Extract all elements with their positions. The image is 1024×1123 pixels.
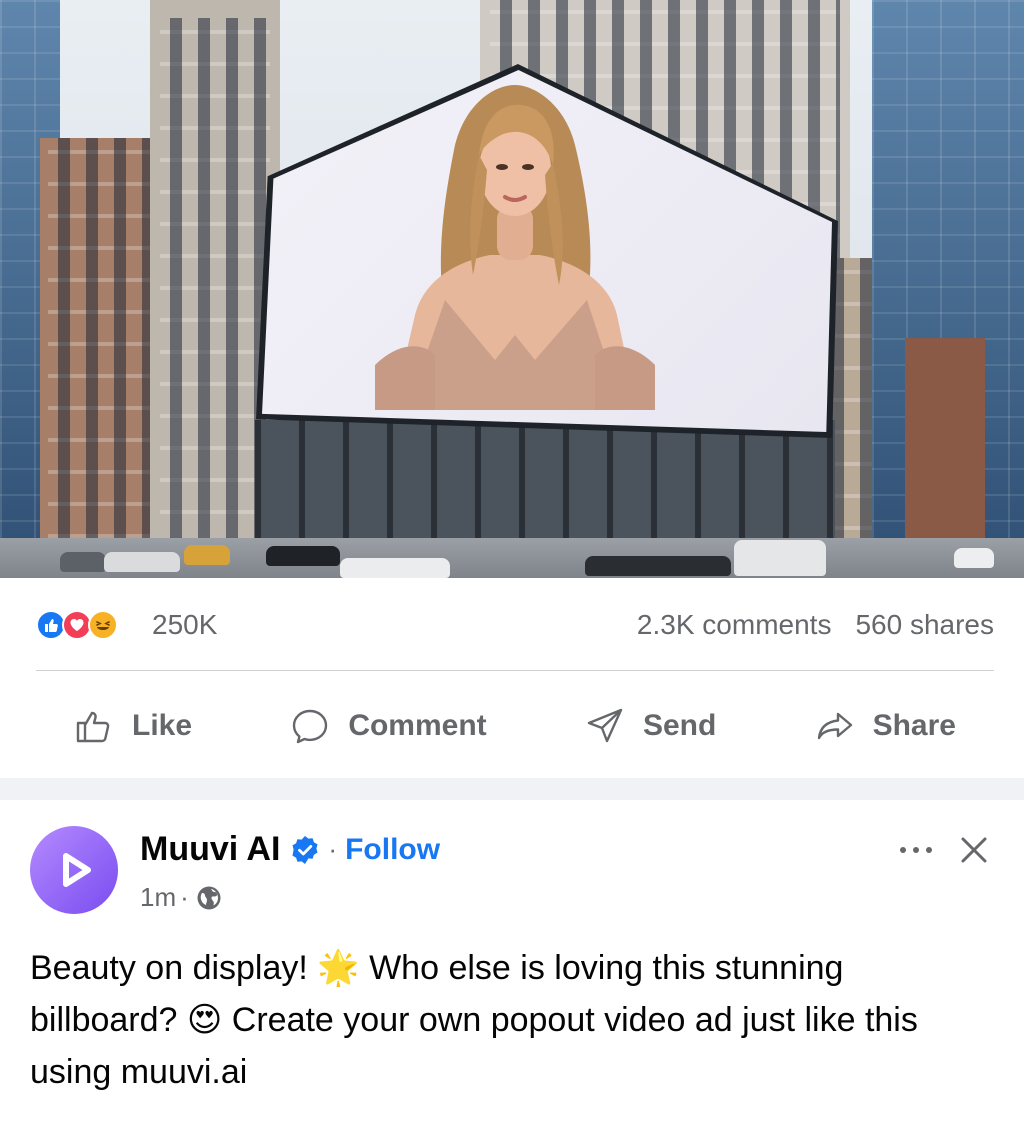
post-action-bar: Like Comment Send Share: [36, 690, 994, 762]
engagement-counts: 2.3K comments 560 shares: [637, 609, 994, 641]
author-name[interactable]: Muuvi AI: [140, 830, 280, 869]
send-label: Send: [642, 709, 717, 742]
comment-bubble-icon: [293, 709, 328, 744]
more-options-button[interactable]: [892, 830, 940, 870]
reaction-count[interactable]: 250K: [152, 609, 217, 641]
separator: ·: [328, 834, 338, 864]
car: [585, 556, 731, 576]
post-time[interactable]: 1m: [140, 882, 176, 913]
meta-separator: ·: [180, 882, 189, 912]
post-image[interactable]: [0, 0, 1024, 578]
post-text-part: Beauty on display!: [30, 949, 318, 987]
car: [734, 540, 826, 576]
play-logo-icon: [63, 853, 91, 887]
car: [266, 546, 340, 566]
avatar[interactable]: [30, 826, 118, 914]
shares-count[interactable]: 560 shares: [855, 609, 994, 641]
car: [60, 552, 106, 572]
car: [954, 548, 994, 568]
send-icon: [587, 708, 623, 743]
share-arrow-icon: [817, 712, 852, 740]
author-line: Muuvi AI · Follow: [140, 830, 440, 869]
share-label: Share: [872, 709, 956, 742]
next-post-card: Muuvi AI · Follow 1m · Beauty on display…: [0, 800, 1024, 1123]
like-button[interactable]: Like: [36, 694, 230, 758]
car: [104, 552, 180, 572]
divider: [36, 670, 994, 671]
billboard-model: [375, 85, 655, 410]
close-icon: [961, 837, 987, 863]
ellipsis-icon: [900, 847, 932, 853]
post-stats: 250K 2.3K comments 560 shares: [36, 600, 994, 650]
reactions-summary[interactable]: 250K: [36, 609, 217, 641]
send-button[interactable]: Send: [547, 694, 754, 758]
haha-icon: [88, 610, 118, 640]
share-button[interactable]: Share: [777, 694, 994, 758]
like-label: Like: [132, 709, 193, 742]
heart-eyes-emoji: 😍: [186, 1001, 223, 1039]
thumbs-up-icon: [76, 711, 110, 743]
follow-button[interactable]: Follow: [345, 833, 440, 867]
verified-badge-icon: [292, 835, 318, 864]
comment-button[interactable]: Comment: [252, 694, 524, 758]
building-left-1-windows: [48, 138, 164, 538]
globe-icon: [197, 886, 221, 909]
car: [340, 558, 450, 578]
glowing-star-emoji: 🌟: [317, 949, 360, 987]
post-card: 250K 2.3K comments 560 shares Like Comme…: [0, 0, 1024, 778]
comments-count[interactable]: 2.3K comments: [637, 609, 832, 641]
post-meta: 1m ·: [140, 882, 223, 913]
post-text: Beauty on display! 🌟 Who else is loving …: [30, 942, 990, 1098]
comment-label: Comment: [348, 709, 487, 742]
close-button[interactable]: [952, 828, 996, 872]
car: [184, 545, 230, 565]
building-left-2-windows: [160, 18, 270, 538]
